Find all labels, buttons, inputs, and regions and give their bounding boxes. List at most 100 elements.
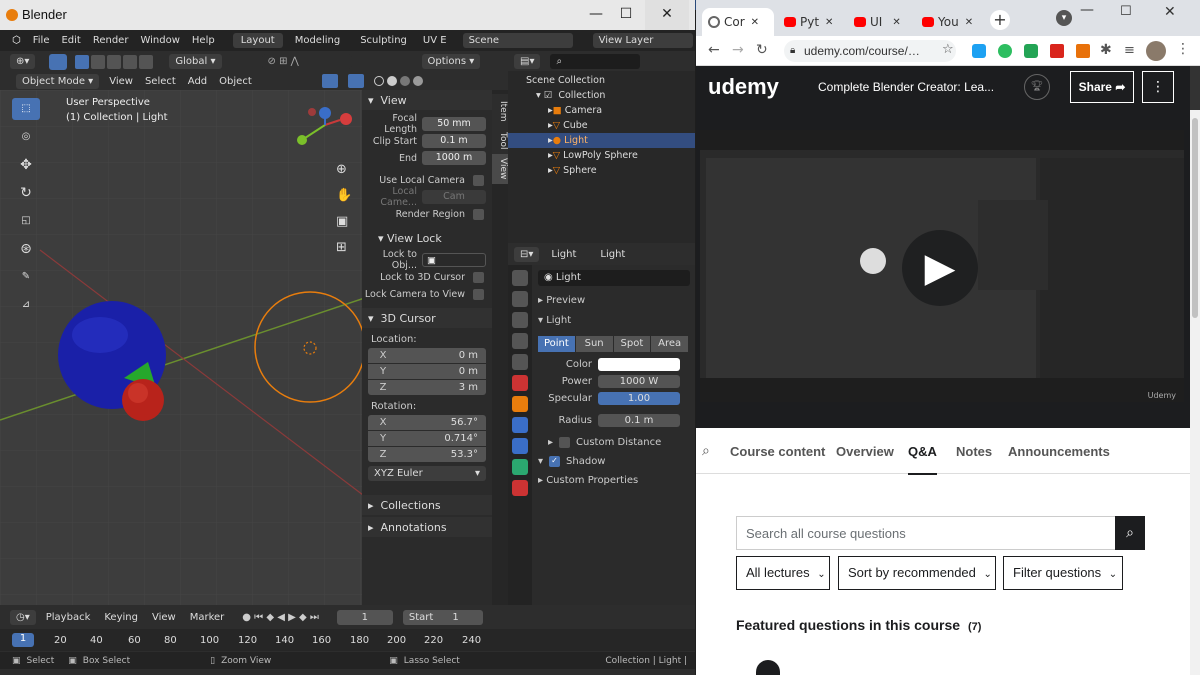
- all-lectures-dropdown[interactable]: All lectures ⌄: [736, 556, 830, 590]
- focal-length-field[interactable]: 50 mm: [422, 117, 486, 131]
- profile-avatar[interactable]: [1146, 41, 1166, 61]
- cursor-rotation-x[interactable]: X 56.7°: [368, 415, 486, 430]
- tab-uv[interactable]: UV E: [415, 33, 455, 48]
- lock-camera-checkbox[interactable]: [473, 288, 484, 300]
- tab-course-content[interactable]: Course content: [730, 444, 825, 459]
- render-region-checkbox[interactable]: [473, 208, 484, 220]
- tab-notes[interactable]: Notes: [956, 444, 992, 459]
- page-scrollbar-thumb[interactable]: [1192, 118, 1198, 318]
- menu-view[interactable]: View: [109, 76, 133, 87]
- light-color-swatch[interactable]: [598, 358, 680, 371]
- reload-icon[interactable]: ↻: [756, 42, 768, 58]
- transform-orientation-dropdown[interactable]: Global ▾: [169, 54, 222, 69]
- output-tab[interactable]: [512, 312, 528, 328]
- bookmark-star-icon[interactable]: ☆: [942, 42, 954, 57]
- tab-overview[interactable]: Overview: [836, 444, 894, 459]
- use-local-camera-checkbox[interactable]: [473, 174, 484, 186]
- outliner-item-camera[interactable]: ▸ ■ Camera: [508, 103, 695, 118]
- view-lock-header[interactable]: ▾ View Lock: [362, 228, 492, 248]
- preview-panel-header[interactable]: ▸ Preview: [538, 295, 585, 306]
- tab-layout[interactable]: Layout: [232, 33, 283, 48]
- tab-qa[interactable]: Q&A: [908, 444, 937, 475]
- cursor-rotation-y[interactable]: Y 0.714°: [368, 431, 486, 446]
- scene-tab[interactable]: [512, 354, 528, 370]
- lock-3d-cursor-checkbox[interactable]: [473, 271, 484, 283]
- timeline-view-menu[interactable]: View: [152, 612, 176, 623]
- menu-select[interactable]: Select: [145, 76, 176, 87]
- outliner-search-icon[interactable]: ⌕: [550, 53, 641, 69]
- options-dropdown[interactable]: Options ▾: [421, 54, 481, 69]
- custom-properties-header[interactable]: ▸ Custom Properties: [538, 475, 638, 486]
- rotate-tool[interactable]: ↻: [12, 182, 40, 204]
- outliner-item-cube[interactable]: ▸ ▽ Cube: [508, 118, 695, 133]
- puzzle-extensions-icon[interactable]: ✱: [1100, 42, 1112, 58]
- outliner-scene-collection[interactable]: Scene Collection: [508, 73, 695, 88]
- extension-icon[interactable]: [1024, 44, 1038, 58]
- menu-add[interactable]: Add: [188, 76, 207, 87]
- outliner-item-sphere[interactable]: ▸ ▽ Sphere: [508, 163, 695, 178]
- select-box-modes[interactable]: [75, 54, 154, 69]
- back-icon[interactable]: ←: [708, 42, 720, 58]
- evernote-extension-icon[interactable]: [998, 44, 1012, 58]
- lock-to-object-field[interactable]: ▣: [422, 253, 486, 267]
- clip-end-field[interactable]: 1000 m: [422, 151, 486, 165]
- search-icon[interactable]: ⌕: [702, 443, 710, 459]
- mode-dropdown[interactable]: Object Mode ▾: [16, 73, 100, 89]
- tab-view[interactable]: View: [492, 154, 508, 184]
- camera-icon[interactable]: ▣: [336, 214, 354, 232]
- power-field[interactable]: 1000 W: [598, 375, 680, 388]
- datablock-field[interactable]: ◉ Light: [538, 270, 690, 286]
- blender-menu-icon[interactable]: ⬡: [12, 35, 21, 46]
- scene-selector[interactable]: Scene: [462, 33, 573, 48]
- light-data-tab[interactable]: [512, 459, 528, 475]
- timeline-marker-menu[interactable]: Marker: [190, 612, 225, 623]
- tab-tool[interactable]: Tool: [492, 126, 508, 156]
- snapping-controls[interactable]: ⊘ ⊞ ⋀: [261, 54, 352, 69]
- custom-distance-row[interactable]: ▸ Custom Distance: [548, 437, 661, 448]
- cursor-rotation-z[interactable]: Z 53.3°: [368, 447, 486, 462]
- cursor-location-y[interactable]: Y0 m: [368, 364, 486, 379]
- outliner-editor-dropdown[interactable]: ▤▾: [514, 53, 541, 69]
- menu-edit[interactable]: Edit: [61, 35, 80, 46]
- question-search-input[interactable]: Search all course questions: [736, 516, 1116, 550]
- cursor-location-x[interactable]: X0 m: [368, 348, 486, 363]
- close-button[interactable]: ✕: [645, 0, 689, 30]
- light-type-spot[interactable]: Spot: [613, 336, 651, 352]
- chrome-maximize-button[interactable]: ☐: [1120, 4, 1132, 19]
- new-tab-button[interactable]: +: [990, 10, 1010, 30]
- page-scrollbar-track[interactable]: [1190, 110, 1200, 675]
- world-tab[interactable]: [512, 375, 528, 391]
- page-scrollbar[interactable]: [1190, 66, 1200, 110]
- tab-youtube-1[interactable]: Pyt ✕: [778, 8, 848, 36]
- properties-editor-dropdown[interactable]: ⊟▾: [514, 246, 540, 262]
- gizmo-toggle[interactable]: [321, 74, 338, 88]
- radius-field[interactable]: 0.1 m: [598, 414, 680, 427]
- move-tool[interactable]: ✥: [12, 154, 40, 176]
- physics-tab[interactable]: [512, 417, 528, 433]
- cursor-location-z[interactable]: Z3 m: [368, 380, 486, 395]
- annotations-header[interactable]: ▸ Annotations: [362, 517, 492, 537]
- constraints-tab[interactable]: [512, 438, 528, 454]
- render-tab[interactable]: [512, 291, 528, 307]
- tab-announcements[interactable]: Announcements: [1008, 444, 1110, 459]
- select-box-tool[interactable]: ⬚: [12, 98, 40, 120]
- hand-icon[interactable]: ✋: [336, 188, 354, 206]
- address-bar[interactable]: 🔒︎ udemy.com/course/…: [784, 40, 956, 62]
- tool-tab[interactable]: [512, 270, 528, 286]
- maximize-button[interactable]: ☐: [604, 0, 648, 30]
- timeline-playback-menu[interactable]: Playback: [46, 612, 91, 623]
- light-panel-header[interactable]: ▾ Light: [538, 315, 571, 326]
- tab-youtube-3[interactable]: You ✕: [916, 8, 986, 36]
- chrome-minimize-button[interactable]: —: [1080, 2, 1094, 18]
- video-player[interactable]: Udemy ▶: [696, 110, 1200, 428]
- grid-icon[interactable]: ⊞: [336, 240, 354, 258]
- tab-item[interactable]: Item: [492, 94, 508, 128]
- editor-type-dropdown[interactable]: ⊕▾: [10, 54, 36, 69]
- tab-sculpting[interactable]: Sculpting: [352, 33, 415, 48]
- zoom-icon[interactable]: ⊕: [336, 162, 354, 180]
- view-layer-selector[interactable]: View Layer: [592, 33, 693, 48]
- trophy-icon[interactable]: 🏆︎: [1024, 74, 1050, 100]
- view-panel-header[interactable]: ▾ View: [362, 90, 492, 110]
- share-button[interactable]: Share ➦: [1070, 71, 1134, 103]
- reading-list-icon[interactable]: ≡: [1124, 43, 1135, 58]
